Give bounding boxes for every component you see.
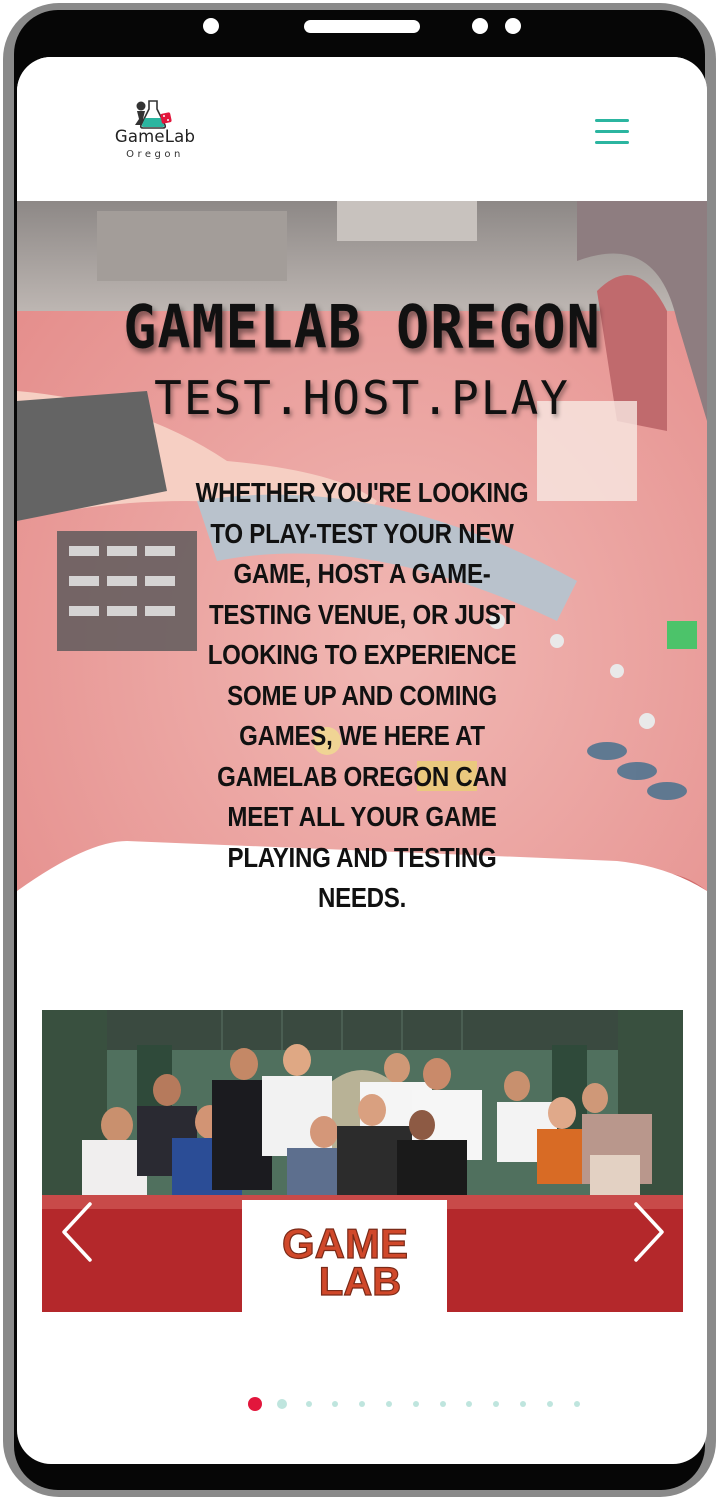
hero-section: GAMELAB OREGON TEST.HOST.PLAY Whether yo… xyxy=(17,201,707,951)
phone-screen: GameLab Oregon GAMELAB OREGON TEST.HOST.… xyxy=(17,57,707,1464)
chevron-right-icon[interactable] xyxy=(628,1200,668,1264)
chevron-left-icon[interactable] xyxy=(58,1200,98,1264)
site-header: GameLab Oregon xyxy=(17,57,707,201)
sensor-icon xyxy=(505,18,521,34)
slider-dot[interactable] xyxy=(386,1401,392,1407)
phone-frame: GameLab Oregon GAMELAB OREGON TEST.HOST.… xyxy=(0,0,719,1500)
slider-dot[interactable] xyxy=(412,1401,419,1407)
hero-title: GAMELAB OREGON xyxy=(123,292,601,362)
hero-description: Whether you're looking to play-test your… xyxy=(195,477,529,913)
logo-text: GameLab xyxy=(114,127,196,146)
slider-pagination xyxy=(17,1396,707,1416)
speaker-grille xyxy=(304,20,420,33)
site-logo[interactable]: GameLab Oregon xyxy=(105,97,205,169)
camera-icon xyxy=(203,18,219,34)
slider-dot[interactable] xyxy=(248,1397,262,1411)
banner-line2: LAB xyxy=(319,1260,401,1304)
slider-dot[interactable] xyxy=(305,1401,312,1407)
slider-dot[interactable] xyxy=(439,1401,446,1407)
slider-dot[interactable] xyxy=(276,1399,287,1409)
team-photo-slide: GAME LAB xyxy=(42,1010,683,1312)
slider-dot[interactable] xyxy=(332,1401,339,1407)
slider-dot[interactable] xyxy=(573,1401,580,1407)
slider-dot[interactable] xyxy=(466,1401,473,1407)
slider-dot[interactable] xyxy=(493,1401,500,1407)
slider-dot[interactable] xyxy=(359,1401,366,1407)
hero-tagline: TEST.HOST.PLAY xyxy=(154,371,570,425)
slider-dot[interactable] xyxy=(520,1401,526,1407)
image-slider[interactable]: GAME LAB xyxy=(42,1010,683,1312)
menu-icon[interactable] xyxy=(595,117,631,145)
slider-dot[interactable] xyxy=(546,1401,553,1407)
sensor-icon xyxy=(472,18,488,34)
logo-subtext: Oregon xyxy=(126,149,184,160)
